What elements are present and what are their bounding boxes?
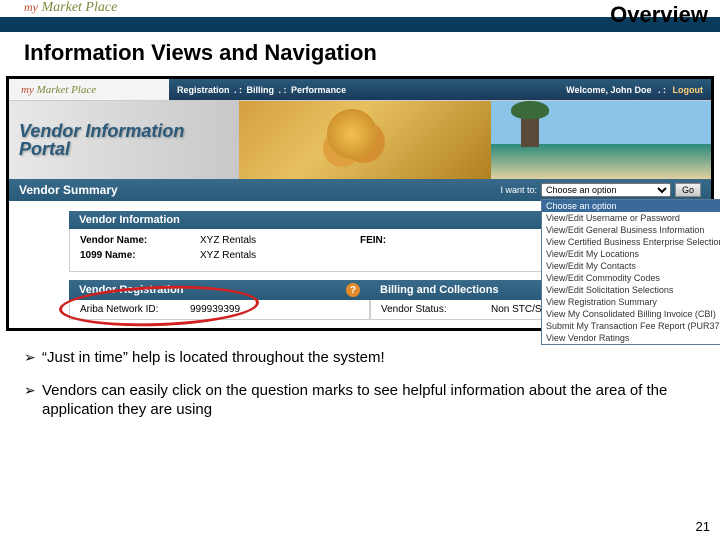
embedded-screenshot: my Market Place Registration . : Billing… [6,76,714,331]
billing-title: Billing and Collections [380,284,499,296]
vendor-status-label: Vendor Status: [381,304,491,315]
portal-logo: my Market Place [9,84,169,96]
slide-header: my Market Place Overview [0,0,720,32]
nav-registration[interactable]: Registration [177,85,230,95]
subbar-title: Vendor Summary [19,183,118,197]
dd-opt-1[interactable]: View/Edit Username or Password [542,212,720,224]
vendor-name-value: XYZ Rentals [200,235,360,246]
logo-my: my [24,0,38,14]
bullet-1: “Just in time” help is located throughou… [24,349,700,368]
logout-link[interactable]: Logout [673,85,704,95]
vendor-name-label: Vendor Name: [80,235,200,246]
dd-opt-4[interactable]: View/Edit My Locations [542,248,720,260]
dd-opt-10[interactable]: Submit My Transaction Fee Report (PUR377… [542,320,720,332]
slide-subtitle: Information Views and Navigation [0,32,720,76]
help-icon[interactable]: ? [346,283,360,297]
dd-opt-2[interactable]: View/Edit General Business Information [542,224,720,236]
page-number: 21 [696,519,710,534]
dd-opt-3[interactable]: View Certified Business Enterprise Selec… [542,236,720,248]
banner-line-1: Vendor Information [19,122,184,140]
nav-billing[interactable]: Billing [247,85,275,95]
portal-nav: Registration . : Billing . : Performance… [169,79,711,100]
dd-opt-9[interactable]: View My Consolidated Billing Invoice (CB… [542,308,720,320]
dd-opt-0[interactable]: Choose an option [542,200,720,212]
banner-title-area: Vendor Information Portal [9,101,239,179]
vendor-registration-panel: Vendor Registration ? Ariba Network ID: … [69,280,370,320]
t1099-value: XYZ Rentals [200,250,360,261]
banner-image-oranges [239,101,491,179]
portal-subbar: Vendor Summary I want to: Choose an opti… [9,179,711,201]
t1099-label: 1099 Name: [80,250,200,261]
nav-performance[interactable]: Performance [291,85,346,95]
welcome-text: Welcome, John Doe [566,85,651,95]
nav-sep-3: . : [658,85,669,95]
banner-line-2: Portal [19,140,184,158]
iwant-select-wrap: Choose an option Choose an option View/E… [541,183,671,197]
portal-topbar: my Market Place Registration . : Billing… [9,79,711,101]
dd-opt-5[interactable]: View/Edit My Contacts [542,260,720,272]
header-logo: my Market Place [24,0,117,16]
dd-opt-7[interactable]: View/Edit Solicitation Selections [542,284,720,296]
vendor-reg-title: Vendor Registration [79,284,184,296]
ariba-id-value: 999939399 [190,304,359,315]
iwant-dropdown: Choose an option View/Edit Username or P… [541,199,720,345]
ariba-id-label: Ariba Network ID: [80,304,190,315]
dd-opt-6[interactable]: View/Edit Commodity Codes [542,272,720,284]
banner-image-beach [491,101,711,179]
nav-sep-2: . : [279,85,290,95]
logo-rest: Market Place [42,0,118,15]
overview-title: Overview [610,2,708,28]
iwant-label: I want to: [500,185,537,195]
portal-logo-rest: Market Place [37,84,97,96]
go-button[interactable]: Go [675,183,701,197]
dd-opt-8[interactable]: View Registration Summary [542,296,720,308]
portal-logo-my: my [21,84,34,96]
portal-banner: Vendor Information Portal [9,101,711,179]
dd-opt-11[interactable]: View Vendor Ratings [542,332,720,344]
fein-label: FEIN: [360,235,440,246]
bullet-2: Vendors can easily click on the question… [24,382,700,420]
nav-sep-1: . : [234,85,245,95]
iwant-select[interactable]: Choose an option [541,183,671,197]
